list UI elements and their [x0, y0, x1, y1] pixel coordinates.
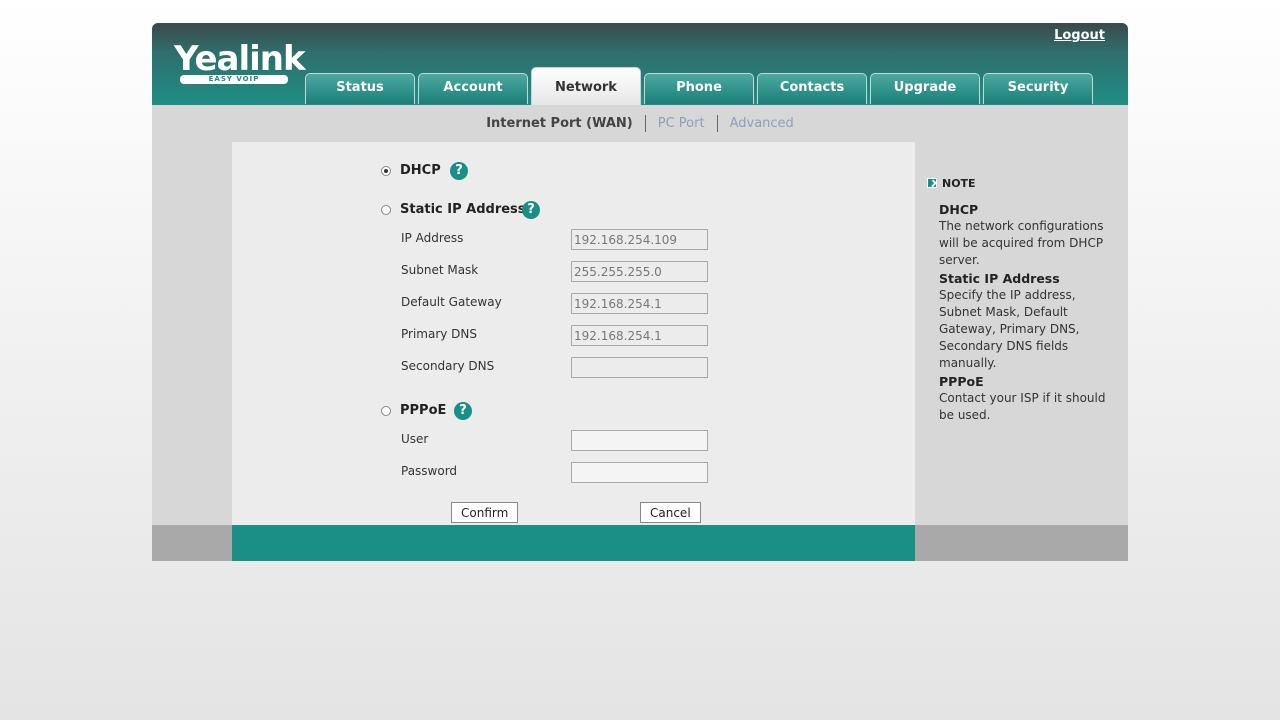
note-text: Specify the IP address, Subnet Mask, Def…: [939, 288, 1080, 370]
network-form-panel: DHCP ? Static IP Address ? IP Address Su…: [232, 142, 915, 525]
subnet-mask-label: Subnet Mask: [401, 263, 479, 277]
tab-status[interactable]: Status: [305, 73, 415, 104]
note-item-dhcp: DHCP The network configurations will be …: [939, 201, 1117, 269]
subnav-divider: [644, 115, 646, 132]
tab-phone[interactable]: Phone: [644, 73, 754, 104]
subnav-divider: [716, 115, 718, 132]
logout-link[interactable]: Logout: [1054, 28, 1105, 43]
subnet-mask-input[interactable]: [571, 261, 708, 282]
note-icon: [927, 178, 937, 188]
sub-navigation: Internet Port (WAN) PC Port Advanced: [152, 105, 1128, 142]
pppoe-user-input[interactable]: [571, 430, 708, 451]
tab-contacts[interactable]: Contacts: [757, 73, 867, 104]
footer-right: [915, 525, 1128, 561]
note-heading: NOTE: [927, 177, 976, 190]
secondary-dns-label: Secondary DNS: [401, 359, 495, 373]
note-item-pppoe: PPPoE Contact your ISP if it should be u…: [939, 373, 1117, 424]
static-ip-radio[interactable]: [381, 205, 391, 215]
static-ip-label: Static IP Address: [400, 202, 526, 217]
tab-account[interactable]: Account: [418, 73, 528, 104]
help-note-panel: NOTE DHCP The network configurations wil…: [915, 142, 1128, 525]
confirm-button[interactable]: Confirm: [451, 502, 519, 523]
left-gutter: [152, 142, 232, 525]
logo-text: Yealink: [174, 39, 306, 79]
note-text: Contact your ISP if it should be used.: [939, 391, 1106, 422]
dhcp-help-icon[interactable]: ?: [450, 162, 468, 180]
cancel-button[interactable]: Cancel: [640, 502, 701, 523]
default-gateway-label: Default Gateway: [401, 295, 502, 309]
dhcp-option[interactable]: DHCP ?: [381, 161, 501, 181]
tab-upgrade[interactable]: Upgrade: [870, 73, 980, 104]
footer-left: [152, 525, 232, 561]
note-text: The network configurations will be acqui…: [939, 219, 1104, 267]
yealink-logo: Yealink EASY VOIP: [174, 39, 306, 84]
header-bar: Yealink EASY VOIP Logout Status Account …: [152, 23, 1128, 105]
note-title: Static IP Address: [939, 271, 1060, 286]
pppoe-radio[interactable]: [381, 406, 391, 416]
ip-address-label: IP Address: [401, 231, 464, 245]
secondary-dns-input[interactable]: [571, 357, 708, 378]
app-frame: Yealink EASY VOIP Logout Status Account …: [152, 23, 1128, 561]
pppoe-help-icon[interactable]: ?: [454, 402, 472, 420]
ip-address-input[interactable]: [571, 229, 708, 250]
pppoe-password-label: Password: [401, 464, 458, 478]
pppoe-option[interactable]: PPPoE ?: [381, 401, 501, 421]
dhcp-radio[interactable]: [381, 166, 391, 176]
tab-security[interactable]: Security: [983, 73, 1093, 104]
primary-dns-input[interactable]: [571, 325, 708, 346]
note-title: DHCP: [939, 202, 979, 217]
logo-subtext: EASY VOIP: [180, 75, 288, 84]
pppoe-user-label: User: [401, 432, 429, 446]
note-heading-text: NOTE: [942, 177, 976, 190]
subnav-pc-port[interactable]: PC Port: [658, 116, 705, 131]
default-gateway-input[interactable]: [571, 293, 708, 314]
pppoe-label: PPPoE: [400, 403, 447, 418]
primary-dns-label: Primary DNS: [401, 327, 478, 341]
footer-bar: [232, 525, 915, 561]
tab-network[interactable]: Network: [531, 67, 641, 105]
dhcp-label: DHCP: [400, 163, 441, 178]
note-title: PPPoE: [939, 374, 984, 389]
static-ip-help-icon[interactable]: ?: [522, 201, 540, 219]
static-ip-option[interactable]: Static IP Address ?: [381, 200, 551, 220]
pppoe-password-input[interactable]: [571, 462, 708, 483]
subnav-advanced[interactable]: Advanced: [730, 116, 794, 131]
subnav-internet-port[interactable]: Internet Port (WAN): [486, 116, 633, 131]
note-item-static-ip: Static IP Address Specify the IP address…: [939, 270, 1117, 372]
